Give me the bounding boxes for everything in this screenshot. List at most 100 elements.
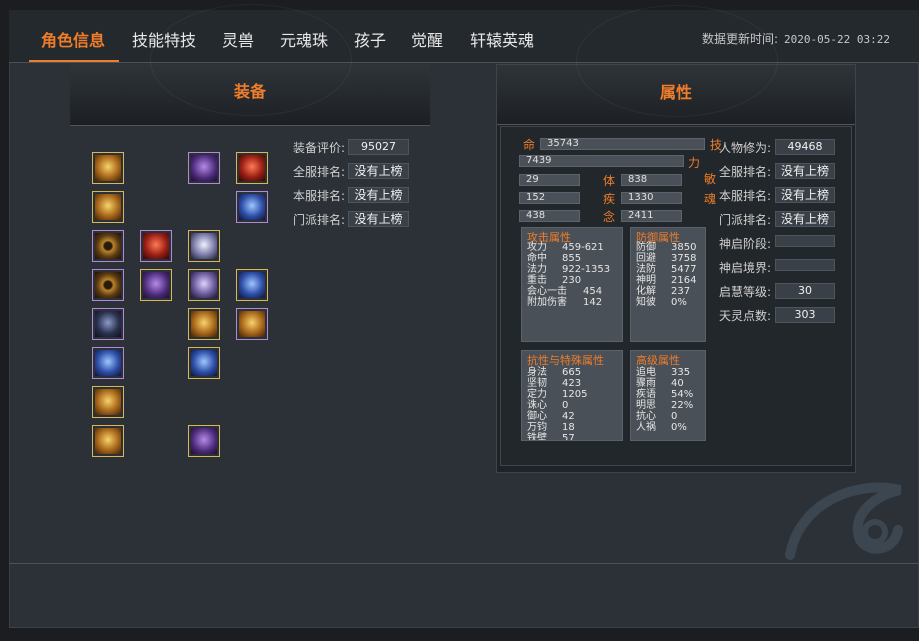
equipment-slot[interactable] — [92, 191, 124, 223]
stat-29-bar: 29 — [519, 174, 580, 186]
equipment-slot[interactable] — [92, 308, 124, 340]
equipment-slot[interactable] — [188, 230, 220, 262]
stat-row: 知彼 0% — [636, 297, 687, 308]
stat-row: 身法 665 — [527, 367, 582, 378]
equipment-slot[interactable] — [188, 347, 220, 379]
blue-mage-figure-icon — [239, 194, 265, 220]
gold-glove-icon — [95, 155, 121, 181]
stat-row: 定力 1205 — [527, 389, 588, 400]
stat-row: 法防 5477 — [636, 264, 697, 275]
stat-row: 防御 3850 — [636, 242, 697, 253]
equip-server-rank-value: 没有上榜 — [348, 187, 409, 203]
equipment-slot[interactable] — [236, 152, 268, 184]
equip-score-value: 95027 — [348, 139, 409, 155]
ti-bar: 838 — [621, 174, 682, 186]
tab-awakening[interactable]: 觉醒 — [411, 27, 443, 51]
equipment-slot[interactable] — [236, 191, 268, 223]
stat-row: 坚韧 423 — [527, 378, 582, 389]
stat-row: 附加伤害 142 — [527, 297, 603, 308]
blue-bracelet-icon — [95, 350, 121, 376]
stat-row: 命中 855 — [527, 253, 582, 264]
swirl-ornament-icon — [785, 482, 903, 560]
equipment-slot[interactable] — [236, 269, 268, 301]
stat-row: 重击 230 — [527, 275, 582, 286]
equipment-slot[interactable] — [92, 386, 124, 418]
stat-row: 抗心 0 — [636, 411, 678, 422]
stat-row: 骤雨 40 — [636, 378, 684, 389]
advanced-stats-box: 高级属性 追电 335 骤雨 40 疾语 54% 明思 22% 抗心 0 人祸 0% — [630, 350, 706, 441]
active-tab-indicator — [29, 60, 119, 62]
purple-claw-icon — [143, 272, 169, 298]
tianling-value: 303 — [775, 307, 835, 323]
ji2-label: 疾 — [603, 192, 616, 206]
all-rank-label: 全服排名: — [719, 165, 772, 179]
min-label: 敏 — [704, 172, 717, 186]
stat-152-bar: 152 — [519, 192, 580, 204]
stat-row: 铁壁 57 — [527, 433, 575, 441]
top-nav: 角色信息 技能特技 灵兽 元魂珠 孩子 觉醒 轩辕英魂 数据更新时间: 2020-… — [9, 10, 919, 63]
hun-label: 魂 — [704, 192, 717, 206]
attack-stats-box: 攻击属性 攻力 459-621 命中 855 法力 922-1353 重击 230 会心… — [521, 227, 623, 342]
equip-all-rank-value: 没有上榜 — [348, 163, 409, 179]
attributes-title: 属性 — [659, 83, 692, 102]
stat-row: 会心一击 454 — [527, 286, 603, 297]
gold-wand-icon — [239, 311, 265, 337]
advanced-title: 高级属性 — [636, 354, 680, 367]
tab-xuanyuan-hero[interactable]: 轩辕英魂 — [470, 27, 534, 51]
equipment-slot[interactable] — [236, 308, 268, 340]
equipment-header: 装备 — [70, 4, 430, 126]
equipment-slot[interactable] — [188, 152, 220, 184]
shenqi-stage-value — [775, 235, 835, 247]
red-gauntlet-icon — [239, 155, 265, 181]
stat-row: 追电 335 — [636, 367, 691, 378]
footer — [10, 564, 918, 627]
tab-character-info[interactable]: 角色信息 — [41, 27, 105, 51]
attributes-header: 属性 — [497, 5, 855, 125]
defense-stats-box: 防御属性 防御 3850 回避 3758 法防 5477 神明 2164 化解 237 知… — [630, 227, 706, 342]
cultivation-value: 49468 — [775, 139, 835, 155]
stat-row: 法力 922-1353 — [527, 264, 611, 275]
equipment-slot[interactable] — [92, 425, 124, 457]
bronze-ring-icon — [95, 272, 121, 298]
sect-rank-label: 门派排名: — [719, 213, 772, 227]
stat-row: 万钧 18 — [527, 422, 575, 433]
equip-server-rank-label: 本服排名: — [293, 189, 346, 203]
gold-figure-icon — [191, 311, 217, 337]
bronze-ring-icon — [95, 233, 121, 259]
equip-sect-rank-value: 没有上榜 — [348, 211, 409, 227]
shenqi-realm-label: 神启境界: — [719, 261, 772, 275]
resist-stats-box: 抗性与特殊属性 身法 665 坚韧 423 定力 1205 诛心 0 御心 42 万钧 18… — [521, 350, 623, 441]
equipment-slot[interactable] — [188, 269, 220, 301]
equipment-slot[interactable] — [92, 347, 124, 379]
gold-amulet-icon — [95, 428, 121, 454]
equipment-slot[interactable] — [92, 269, 124, 301]
server-rank-value: 没有上榜 — [775, 187, 835, 203]
white-crown-icon — [191, 233, 217, 259]
ti-label: 体 — [603, 174, 616, 188]
equipment-slot[interactable] — [188, 425, 220, 457]
resist-title: 抗性与特殊属性 — [527, 354, 604, 367]
red-demon-icon — [143, 233, 169, 259]
winged-figure-icon — [191, 272, 217, 298]
stat-row: 诛心 0 — [527, 400, 569, 411]
stat-row: 攻力 459-621 — [527, 242, 604, 253]
equip-all-rank-label: 全服排名: — [293, 165, 346, 179]
equipment-slot[interactable] — [140, 269, 172, 301]
gold-necklace-icon — [95, 389, 121, 415]
gold-glove-icon — [95, 194, 121, 220]
stat-row: 化解 237 — [636, 286, 691, 297]
equipment-slot[interactable] — [92, 230, 124, 262]
li-label: 力 — [688, 156, 701, 170]
tab-children[interactable]: 孩子 — [354, 27, 386, 51]
equip-score-label: 装备评价: — [293, 141, 346, 155]
equipment-slot[interactable] — [140, 230, 172, 262]
nian-bar: 2411 — [621, 210, 682, 222]
equipment-slot[interactable] — [188, 308, 220, 340]
dark-ring-icon — [95, 311, 121, 337]
qihui-label: 启慧等级: — [719, 285, 772, 299]
stat-row: 疾语 54% — [636, 389, 694, 400]
stat-row: 明思 22% — [636, 400, 694, 411]
equipment-slot[interactable] — [92, 152, 124, 184]
stat-row: 御心 42 — [527, 411, 575, 422]
qihui-value: 30 — [775, 283, 835, 299]
